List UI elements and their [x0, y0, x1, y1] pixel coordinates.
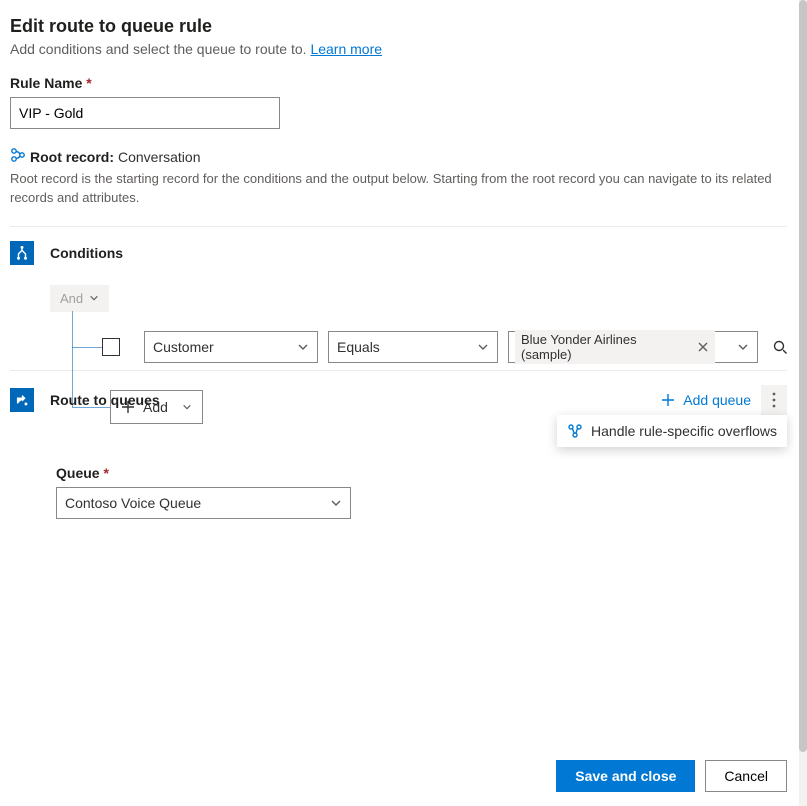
tree-connector — [72, 347, 102, 348]
attribute-value: Customer — [153, 339, 214, 355]
remove-value-button[interactable] — [697, 341, 709, 353]
value-text: Blue Yonder Airlines (sample) — [521, 332, 689, 362]
chevron-down-icon — [330, 497, 342, 509]
attribute-select[interactable]: Customer — [144, 331, 318, 363]
hierarchy-icon — [10, 147, 26, 166]
queue-label: Queue * — [56, 465, 787, 481]
page-subtitle: Add conditions and select the queue to r… — [10, 41, 787, 57]
scrollbar-track[interactable] — [799, 0, 807, 806]
page-title: Edit route to queue rule — [10, 16, 787, 37]
chevron-down-icon — [737, 341, 749, 353]
search-button[interactable] — [768, 335, 792, 359]
required-asterisk: * — [86, 75, 91, 91]
group-operator-label: And — [60, 291, 83, 306]
queue-value: Contoso Voice Queue — [65, 495, 201, 511]
more-options-button[interactable] — [761, 385, 787, 415]
overflow-menu-item[interactable]: Handle rule-specific overflows — [557, 415, 787, 447]
queue-label-text: Queue — [56, 465, 100, 481]
group-operator-button[interactable]: And — [50, 285, 109, 312]
conditions-header: Conditions — [10, 227, 787, 275]
condition-checkbox[interactable] — [102, 338, 120, 356]
root-record-label: Root record: — [30, 149, 114, 165]
conditions-title: Conditions — [50, 245, 787, 261]
chevron-down-icon — [89, 293, 99, 303]
learn-more-link[interactable]: Learn more — [310, 41, 382, 57]
required-asterisk: * — [103, 465, 108, 481]
overflow-icon — [567, 423, 583, 439]
subtitle-text: Add conditions and select the queue to r… — [10, 41, 310, 57]
search-icon — [772, 339, 788, 355]
rule-name-input[interactable] — [10, 97, 280, 129]
route-title: Route to queues — [50, 392, 661, 408]
plus-icon — [661, 393, 675, 407]
route-icon — [10, 388, 34, 412]
value-chip: Blue Yonder Airlines (sample) — [515, 330, 715, 364]
chevron-down-icon — [297, 341, 309, 353]
root-record-heading: Root record: Conversation — [10, 147, 787, 166]
value-select[interactable]: Blue Yonder Airlines (sample) — [508, 331, 758, 363]
add-queue-label: Add queue — [683, 392, 751, 408]
scrollbar-thumb[interactable] — [799, 0, 807, 752]
operator-value: Equals — [337, 339, 380, 355]
rule-name-label: Rule Name * — [10, 75, 787, 91]
overflow-menu-label: Handle rule-specific overflows — [591, 423, 777, 439]
chevron-down-icon — [477, 341, 489, 353]
save-and-close-button[interactable]: Save and close — [556, 760, 695, 792]
rule-name-label-text: Rule Name — [10, 75, 82, 91]
cancel-button[interactable]: Cancel — [705, 760, 787, 792]
conditions-icon — [10, 241, 34, 265]
root-record-description: Root record is the starting record for t… — [10, 170, 787, 208]
more-vertical-icon — [772, 392, 776, 408]
queue-select[interactable]: Contoso Voice Queue — [56, 487, 351, 519]
root-record-value: Conversation — [118, 149, 201, 165]
condition-row: Customer Equals Blue Yonder Airlines (sa… — [102, 331, 792, 363]
operator-select[interactable]: Equals — [328, 331, 498, 363]
add-queue-button[interactable]: Add queue — [661, 392, 751, 408]
footer-actions: Save and close Cancel — [556, 760, 787, 792]
